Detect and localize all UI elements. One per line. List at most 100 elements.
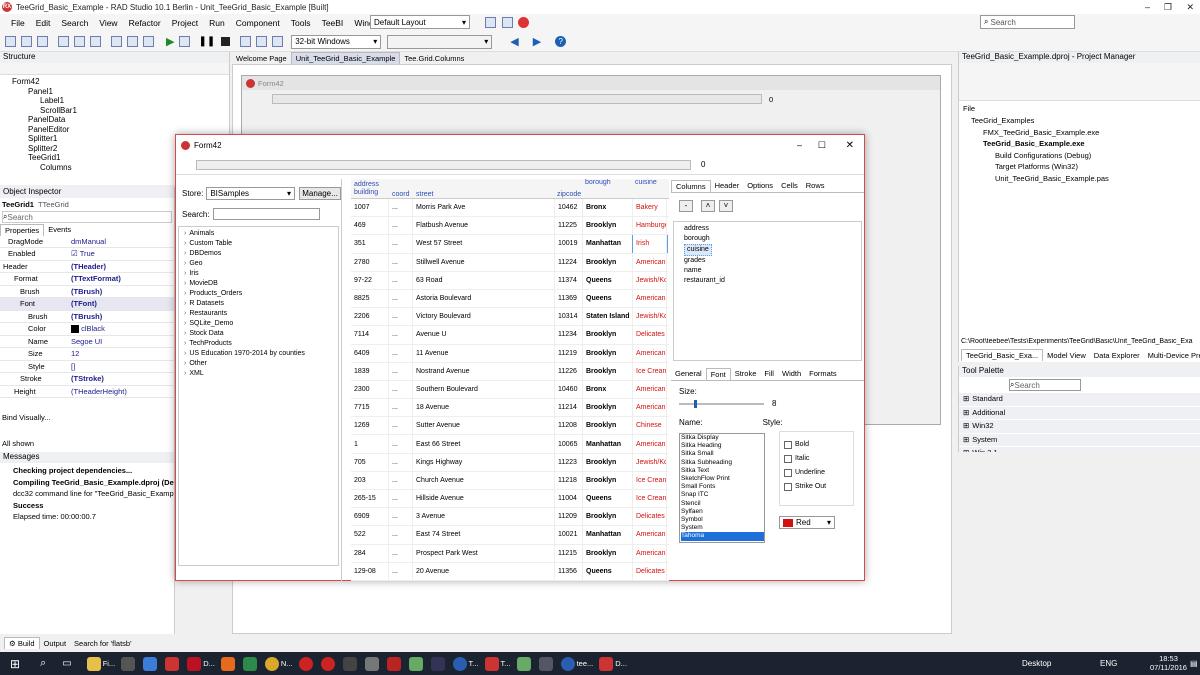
message-line[interactable]: Success (13, 500, 174, 512)
windows-start-icon[interactable]: ⊞ (10, 657, 20, 671)
slider-thumb[interactable] (694, 399, 697, 408)
table-row[interactable]: 2206... Victory Boulevard 10314 Staten Isla… (351, 308, 669, 327)
table-row[interactable]: 7114... Avenue U 11234 Brooklyn Delicates (351, 326, 669, 345)
font-item[interactable]: Sitka Small (681, 450, 764, 458)
expand-icon[interactable]: › (184, 240, 186, 247)
taskbar-app[interactable] (384, 652, 406, 675)
color-select[interactable]: Red ▾ (779, 516, 835, 529)
palette-group[interactable]: ⊞Win 3.1 (959, 447, 1200, 452)
help-icon[interactable]: ? (555, 36, 567, 47)
run-params-icon[interactable] (179, 36, 191, 47)
message-line[interactable]: Compiling TeeGrid_Basic_Example.dproj (D… (13, 477, 174, 489)
desktop-toolbar[interactable]: Desktop (1022, 659, 1051, 668)
menu-item-run[interactable]: Run (209, 18, 225, 28)
tab-font[interactable]: Font (705, 367, 731, 380)
column-item[interactable]: restaurant_id (684, 276, 861, 286)
tab-welcome-page[interactable]: Welcome Page (232, 53, 291, 64)
table-row[interactable]: 1007... Morris Park Ave 10462 Bronx Bakery (351, 199, 669, 218)
menu-item-project[interactable]: Project (172, 18, 198, 28)
palette-group[interactable]: ⊞ Win32 (959, 420, 1200, 434)
store-select[interactable]: BISamples ▾ (206, 187, 295, 200)
menu-item-edit[interactable]: Edit (36, 18, 51, 28)
table-row[interactable]: 1... East 66 Street 10065 Manhattan American (351, 435, 669, 454)
tree-item[interactable]: › Iris (184, 269, 338, 279)
save-icon[interactable] (90, 36, 101, 47)
column-item[interactable]: cuisine (684, 244, 712, 256)
expand-icon[interactable]: › (184, 370, 186, 377)
tree-item[interactable]: › Custom Table (184, 239, 338, 249)
expand-icon[interactable]: › (184, 250, 186, 257)
font-name-list[interactable]: Sitka Display Sitka Heading Sitka Small Sit… (679, 433, 765, 543)
palette-search-input[interactable]: ⌕ Search (1009, 379, 1081, 391)
property-row[interactable]: Brush (TBrush) (0, 310, 174, 323)
property-row[interactable]: Enabled ☑ True (0, 247, 174, 261)
font-item[interactable]: SketchFlow Print (681, 475, 764, 483)
expand-icon[interactable]: › (184, 360, 186, 367)
tab-model-view[interactable]: Model View (1043, 350, 1090, 361)
taskbar-app-explorer[interactable]: Fi... (84, 652, 119, 675)
column-item[interactable]: name (684, 266, 861, 276)
message-line[interactable]: Checking project dependencies... (13, 465, 174, 477)
clock[interactable]: 18:53 07/11/2016 (1150, 654, 1187, 672)
taskbar-app[interactable] (296, 652, 318, 675)
taskbar-app-t2[interactable]: T... (482, 652, 514, 675)
expand-icon[interactable]: › (184, 270, 186, 277)
inspector-search-input[interactable]: ⌕ Search (2, 211, 172, 223)
move-down-button[interactable]: ˅ (719, 200, 733, 212)
tab-project[interactable]: TeeGrid_Basic_Exa... (961, 349, 1044, 361)
tree-item[interactable]: TeeGrid_Basic_Example.exe (963, 138, 1200, 150)
font-item[interactable]: System (681, 524, 764, 532)
expand-icon[interactable]: › (184, 320, 186, 327)
property-row[interactable]: Size 12 (0, 347, 174, 361)
table-row[interactable]: 6909... 3 Avenue 11209 Brooklyn Delicates (351, 508, 669, 527)
store-search-input[interactable] (212, 208, 320, 220)
font-item[interactable]: Symbol (681, 516, 764, 524)
taskbar-app[interactable] (118, 652, 140, 675)
tab-options[interactable]: Options (743, 180, 777, 191)
table-row[interactable]: 265-15... Hillside Avenue 11004 Queens Ice C… (351, 490, 669, 509)
tab-multi-device[interactable]: Multi-Device Prev... (1144, 350, 1200, 361)
tree-item[interactable]: › R Datasets (184, 299, 338, 309)
tree-item[interactable]: FMX_TeeGrid_Basic_Example.exe (963, 127, 1200, 139)
menu-item-file[interactable]: File (11, 18, 25, 28)
project-icon[interactable] (58, 36, 69, 47)
property-row[interactable]: Stroke (TStroke) (0, 372, 174, 386)
close-button[interactable]: ✕ (846, 140, 854, 151)
taskbar-app[interactable] (140, 652, 162, 675)
taskbar-app[interactable] (340, 652, 362, 675)
tab-rows[interactable]: Rows (802, 180, 829, 191)
platform-select[interactable]: 32-bit Windows ▾ (291, 34, 382, 49)
column-item[interactable]: borough (684, 234, 861, 244)
property-row[interactable]: Color clBlack (0, 322, 174, 336)
trace-into-icon[interactable] (256, 36, 268, 47)
tree-item[interactable]: › MovieDB (184, 279, 338, 289)
desktop-save-icon[interactable] (485, 17, 496, 28)
tree-item[interactable]: ScrollBar1 (4, 106, 229, 116)
table-row[interactable]: 203... Church Avenue 11218 Brooklyn Ice Crea… (351, 471, 669, 490)
style-checkbox[interactable]: Underline (784, 466, 853, 480)
expand-icon[interactable]: › (184, 330, 186, 337)
pause-icon[interactable]: ❚❚ (198, 36, 215, 47)
property-row[interactable]: Name Segoe UI (0, 335, 174, 348)
taskbar-app[interactable] (514, 652, 536, 675)
language-indicator[interactable]: ENG (1100, 659, 1117, 668)
minimize-button[interactable]: – (797, 140, 802, 150)
expand-icon[interactable]: › (184, 230, 186, 237)
property-row[interactable]: Format (TTextFormat) (0, 272, 174, 286)
style-checkbox[interactable]: Italic (784, 452, 853, 466)
tab-events[interactable]: Events (44, 224, 75, 235)
tree-item[interactable]: › Restaurants (184, 309, 338, 319)
palette-group[interactable]: ⊞ System (959, 433, 1200, 447)
taskbar-app[interactable] (536, 652, 558, 675)
remove-column-button[interactable]: - (679, 200, 693, 212)
run-icon[interactable]: ▶ (166, 35, 174, 48)
font-item[interactable]: Tahoma (681, 532, 764, 541)
checkbox-icon[interactable] (784, 483, 792, 491)
taskbar-app-chrome[interactable]: N... (262, 652, 296, 675)
manage-button[interactable]: Manage... (299, 187, 341, 200)
header-coord[interactable]: coord (389, 191, 413, 198)
table-row[interactable]: 7715... 18 Avenue 11214 Brooklyn American (351, 399, 669, 418)
config-select[interactable]: ▾ (387, 34, 493, 49)
tab-stroke[interactable]: Stroke (731, 368, 761, 379)
property-row[interactable]: Height (THeaderHeight) (0, 385, 174, 398)
